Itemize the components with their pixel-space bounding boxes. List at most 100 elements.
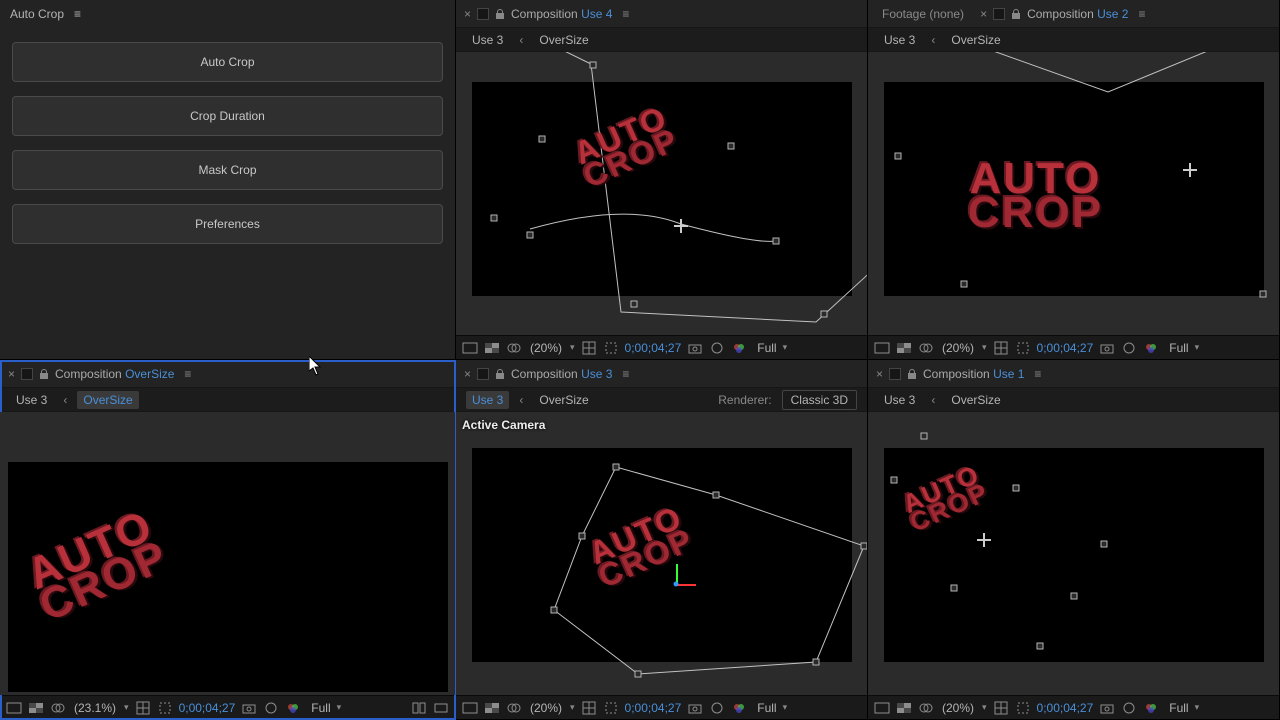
lock-icon[interactable] — [907, 369, 917, 379]
breadcrumb-use3[interactable]: Use 3 — [878, 31, 921, 49]
show-channel-icon[interactable] — [709, 340, 725, 356]
show-channel-icon[interactable] — [709, 700, 725, 716]
roi-icon[interactable] — [603, 700, 619, 716]
panel-menu-icon[interactable]: ≡ — [622, 367, 629, 381]
guides-icon[interactable] — [581, 700, 597, 716]
tab-use2[interactable]: Composition Use 2 — [1027, 7, 1128, 21]
layer-handle[interactable] — [1101, 541, 1108, 548]
anchor-point-icon[interactable] — [1183, 163, 1197, 177]
breadcrumb-use3[interactable]: Use 3 — [878, 391, 921, 409]
guides-icon[interactable] — [581, 340, 597, 356]
resolution-dropdown[interactable]: Full — [307, 701, 330, 715]
timecode[interactable]: 0;00;04;27 — [179, 701, 236, 715]
zoom-level[interactable]: (20%) — [528, 341, 564, 355]
layer-handle[interactable] — [813, 659, 820, 666]
layer-handle[interactable] — [821, 311, 828, 318]
close-icon[interactable]: × — [8, 367, 15, 381]
show-channel-icon[interactable] — [1121, 340, 1137, 356]
roi-icon[interactable] — [1015, 700, 1031, 716]
layer-handle[interactable] — [527, 232, 534, 239]
layer-handle[interactable] — [613, 464, 620, 471]
lock-icon[interactable] — [495, 369, 505, 379]
breadcrumb-use3[interactable]: Use 3 — [466, 391, 509, 409]
panel-menu-icon[interactable]: ≡ — [1138, 7, 1145, 21]
lock-icon[interactable] — [1011, 9, 1021, 19]
breadcrumb-oversize[interactable]: OverSize — [533, 31, 594, 49]
timecode[interactable]: 0;00;04;27 — [625, 341, 682, 355]
roi-icon[interactable] — [1015, 340, 1031, 356]
res-dropdown-icon[interactable]: ▾ — [1195, 342, 1200, 353]
layer-handle[interactable] — [773, 238, 780, 245]
tab-footage[interactable]: Footage (none) — [876, 5, 970, 23]
breadcrumb-oversize[interactable]: OverSize — [945, 31, 1006, 49]
resolution-dropdown[interactable]: Full — [1165, 701, 1188, 715]
res-dropdown-icon[interactable]: ▾ — [337, 702, 342, 713]
guides-icon[interactable] — [993, 700, 1009, 716]
resolution-dropdown[interactable]: Full — [753, 341, 776, 355]
close-icon[interactable]: × — [464, 7, 471, 21]
anchor-point-icon[interactable] — [674, 219, 688, 233]
panel-menu-icon[interactable]: ≡ — [184, 367, 191, 381]
layer-handle[interactable] — [895, 153, 902, 160]
layer-handle[interactable] — [713, 492, 720, 499]
zoom-dropdown-icon[interactable]: ▾ — [982, 702, 987, 713]
show-channel-icon[interactable] — [263, 700, 279, 716]
lock-icon[interactable] — [495, 9, 505, 19]
snapshot-icon[interactable] — [241, 700, 257, 716]
close-icon[interactable]: × — [876, 367, 883, 381]
mask-icon[interactable] — [506, 340, 522, 356]
mask-icon[interactable] — [918, 700, 934, 716]
close-icon[interactable]: × — [980, 7, 987, 21]
layer-handle[interactable] — [539, 136, 546, 143]
panel-menu-icon[interactable]: ≡ — [1034, 367, 1041, 381]
snapshot-icon[interactable] — [687, 700, 703, 716]
3d-axis-gizmo[interactable] — [665, 573, 687, 595]
layer-handle[interactable] — [728, 143, 735, 150]
breadcrumb-oversize[interactable]: OverSize — [77, 391, 138, 409]
layer-handle[interactable] — [491, 215, 498, 222]
transparency-grid-icon[interactable] — [28, 700, 44, 716]
autocrop-button[interactable]: Auto Crop — [12, 42, 443, 82]
guides-icon[interactable] — [135, 700, 151, 716]
layer-handle[interactable] — [631, 301, 638, 308]
snapshot-icon[interactable] — [687, 340, 703, 356]
show-channel-icon[interactable] — [1121, 700, 1137, 716]
zoom-dropdown-icon[interactable]: ▾ — [570, 702, 575, 713]
snapshot-icon[interactable] — [1099, 700, 1115, 716]
breadcrumb-use3[interactable]: Use 3 — [466, 31, 509, 49]
layer-handle[interactable] — [961, 281, 968, 288]
res-dropdown-icon[interactable]: ▾ — [783, 702, 788, 713]
color-mgmt-icon[interactable] — [731, 340, 747, 356]
layer-handle[interactable] — [1260, 291, 1267, 298]
crop-duration-button[interactable]: Crop Duration — [12, 96, 443, 136]
resolution-dropdown[interactable]: Full — [1165, 341, 1188, 355]
timecode[interactable]: 0;00;04;27 — [1037, 341, 1094, 355]
snapshot-icon[interactable] — [1099, 340, 1115, 356]
transparency-grid-icon[interactable] — [896, 340, 912, 356]
tab-use3[interactable]: Composition Use 3 — [511, 367, 612, 381]
renderer-dropdown[interactable]: Classic 3D — [782, 390, 857, 410]
timecode[interactable]: 0;00;04;27 — [1037, 701, 1094, 715]
res-dropdown-icon[interactable]: ▾ — [783, 342, 788, 353]
roi-icon[interactable] — [603, 340, 619, 356]
transparency-grid-icon[interactable] — [484, 340, 500, 356]
res-dropdown-icon[interactable]: ▾ — [1195, 702, 1200, 713]
mask-crop-button[interactable]: Mask Crop — [12, 150, 443, 190]
zoom-dropdown-icon[interactable]: ▾ — [982, 342, 987, 353]
zoom-level[interactable]: (20%) — [940, 701, 976, 715]
alpha-icon[interactable] — [462, 340, 478, 356]
color-mgmt-icon[interactable] — [1143, 340, 1159, 356]
layer-handle[interactable] — [1071, 593, 1078, 600]
roi-icon[interactable] — [157, 700, 173, 716]
color-mgmt-icon[interactable] — [731, 700, 747, 716]
layer-handle[interactable] — [551, 607, 558, 614]
timecode[interactable]: 0;00;04;27 — [625, 701, 682, 715]
layer-handle[interactable] — [951, 585, 958, 592]
alpha-icon[interactable] — [462, 700, 478, 716]
breadcrumb-oversize[interactable]: OverSize — [945, 391, 1006, 409]
layer-handle[interactable] — [891, 477, 898, 484]
layer-handle[interactable] — [579, 533, 586, 540]
zoom-level[interactable]: (20%) — [528, 701, 564, 715]
view-layout-icon[interactable] — [411, 700, 427, 716]
breadcrumb-oversize[interactable]: OverSize — [533, 391, 594, 409]
